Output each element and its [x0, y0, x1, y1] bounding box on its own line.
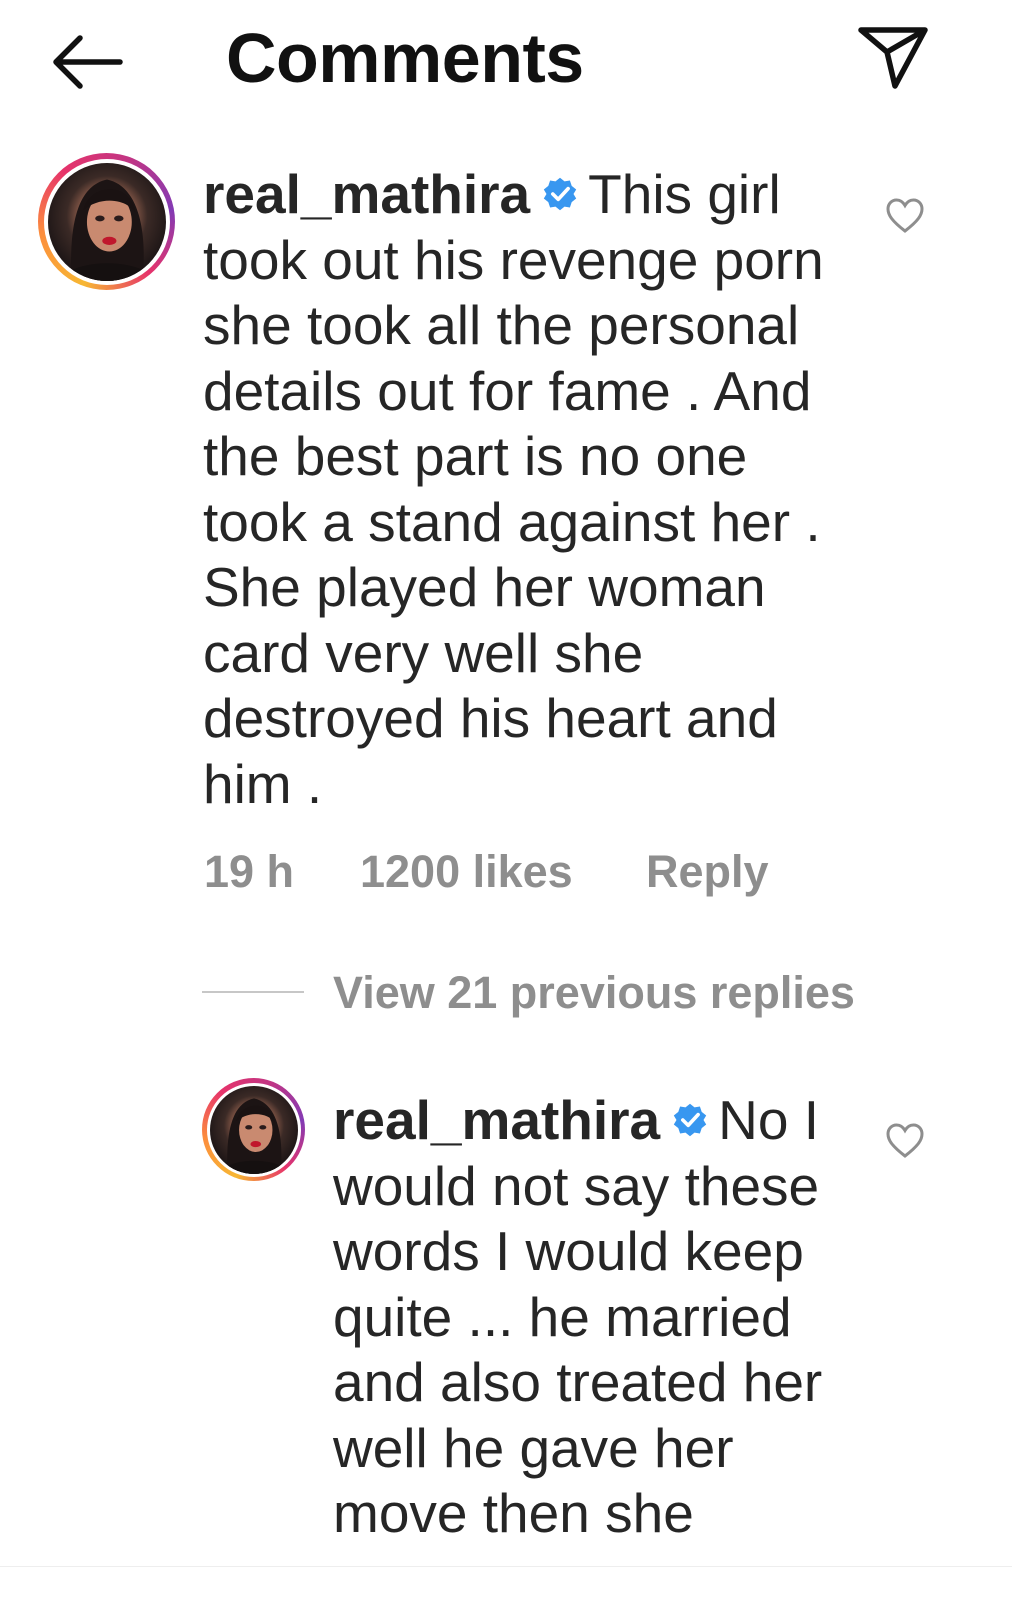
verified-badge-icon: [543, 178, 577, 211]
profile-photo: [47, 162, 166, 281]
heart-icon: [886, 198, 924, 233]
share-button[interactable]: [855, 22, 931, 92]
page-title: Comments: [226, 19, 584, 97]
like-button[interactable]: [886, 198, 924, 234]
reply-like-button[interactable]: [886, 1123, 924, 1159]
reply-avatar[interactable]: [202, 1078, 305, 1181]
comment-username[interactable]: real_mathira: [203, 163, 530, 225]
reply-text: No I would not say these words I would k…: [333, 1089, 823, 1544]
comment-body: real_mathira This girl took out his reve…: [203, 162, 863, 817]
paper-plane-icon: [858, 27, 928, 89]
comment-timestamp: 19 h: [204, 846, 295, 897]
arrow-left-icon: [53, 35, 123, 89]
reply-verified-badge-icon: [673, 1104, 707, 1137]
reply-body: real_mathira No I would not say these wo…: [333, 1088, 863, 1547]
replies-divider: [202, 991, 304, 993]
reply-face-illustration-icon: [218, 1097, 291, 1174]
view-previous-replies-button[interactable]: View 21 previous replies: [333, 965, 855, 1021]
back-button[interactable]: [50, 30, 124, 94]
comment-likes-count[interactable]: 1200 likes: [360, 842, 573, 902]
avatar[interactable]: [38, 153, 175, 290]
reply-username[interactable]: real_mathira: [333, 1089, 660, 1151]
header-bar: Comments: [0, 0, 1012, 120]
reply-profile-photo: [209, 1085, 298, 1174]
face-illustration-icon: [59, 179, 157, 281]
reply-heart-icon: [886, 1123, 924, 1158]
bottom-divider: [0, 1566, 1012, 1567]
comment-text: This girl took out his revenge porn she …: [203, 163, 824, 815]
reply-button[interactable]: Reply: [646, 842, 769, 902]
